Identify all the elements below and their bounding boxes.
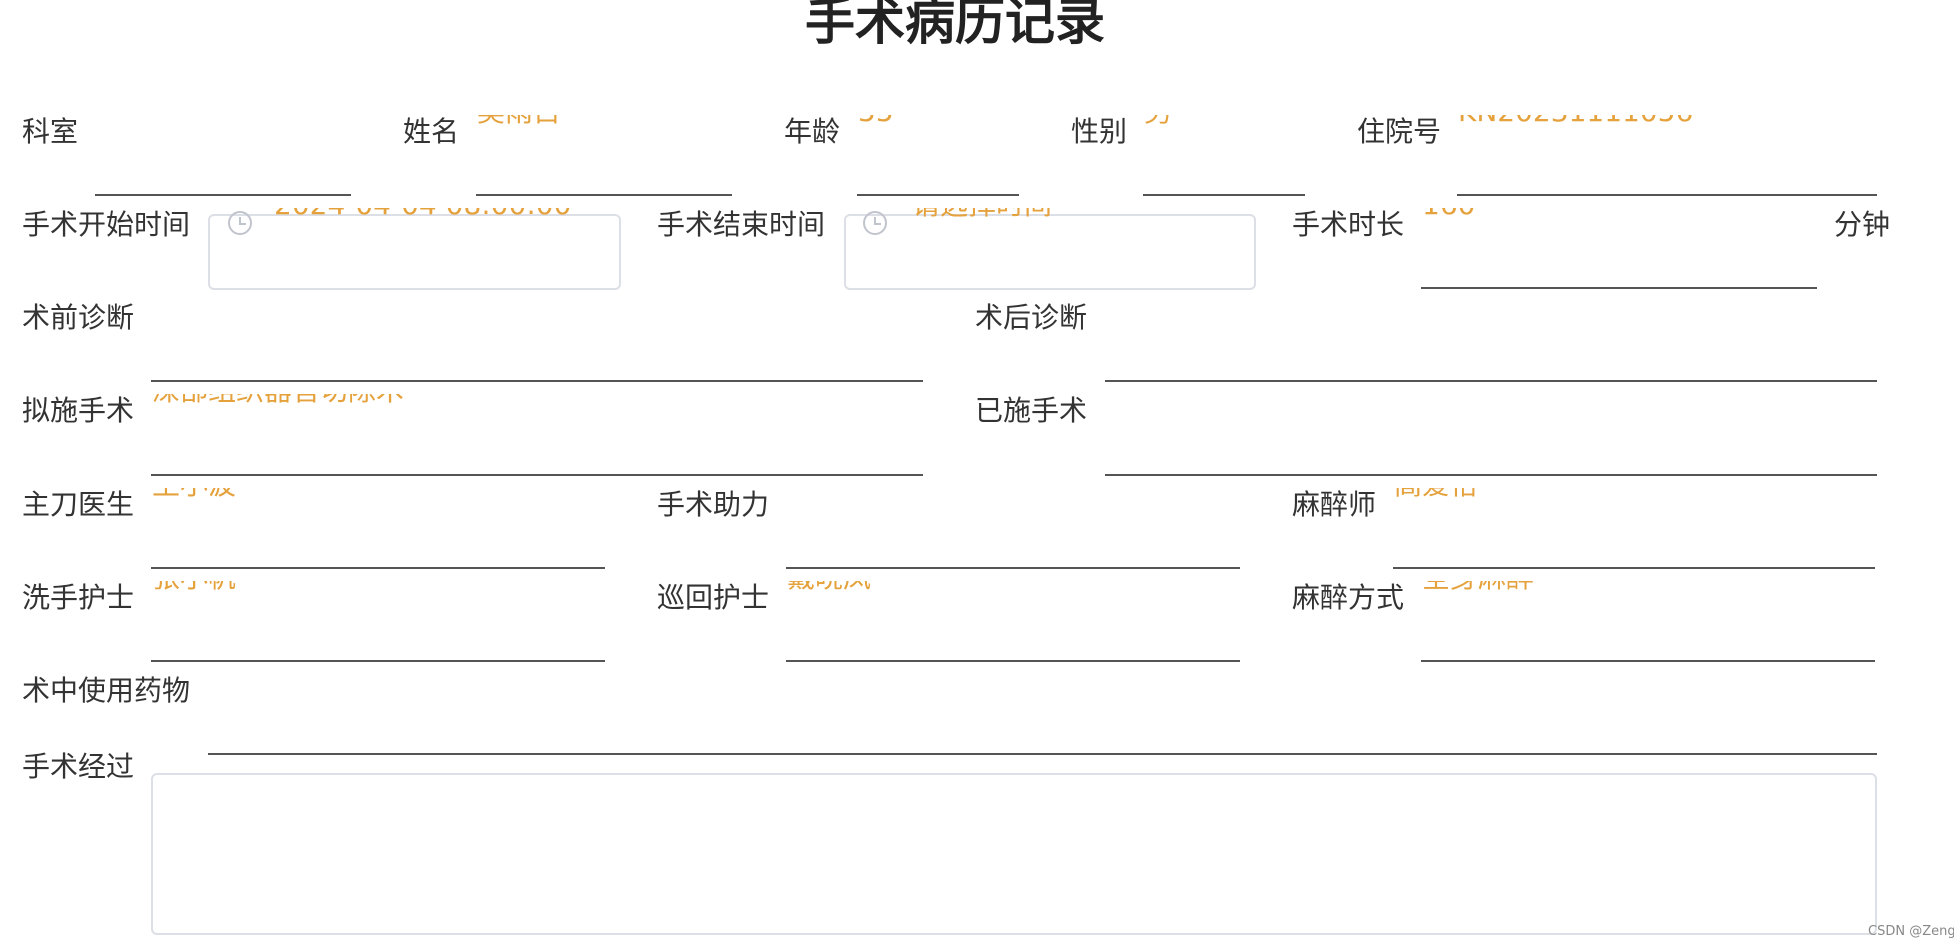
- name-underline: [476, 194, 732, 196]
- inpatient-no-label: 住院号: [1357, 115, 1442, 148]
- intraop-drugs-underline: [208, 753, 1877, 755]
- scrub-nurse-field[interactable]: 张小帆: [152, 581, 604, 595]
- clock-icon: [863, 211, 887, 235]
- age-label: 年龄: [784, 115, 841, 148]
- preop-diagnosis-field[interactable]: [152, 301, 922, 315]
- clock-icon: [228, 211, 252, 235]
- performed-surgery-label: 已施手术: [975, 394, 1088, 427]
- scrub-nurse-underline: [151, 660, 605, 662]
- gender-underline: [1143, 194, 1305, 196]
- postop-diagnosis-label: 术后诊断: [975, 301, 1088, 334]
- surgeon-field[interactable]: 王小波: [152, 488, 604, 502]
- anesthetist-underline: [1393, 567, 1875, 569]
- start-time-value: 2024-04-04 08:00:00: [274, 208, 604, 222]
- assistant-label: 手术助力: [657, 488, 770, 521]
- gender-field[interactable]: 男: [1144, 115, 1304, 129]
- anesthesia-method-underline: [1421, 660, 1875, 662]
- end-time-label: 手术结束时间: [657, 208, 826, 241]
- circulating-nurse-label: 巡回护士: [657, 581, 770, 614]
- surgeon-underline: [151, 567, 605, 569]
- duration-field[interactable]: 160: [1422, 208, 1817, 222]
- gender-label: 性别: [1071, 115, 1128, 148]
- planned-surgery-label: 拟施手术: [22, 394, 135, 427]
- duration-label: 手术时长: [1292, 208, 1405, 241]
- preop-diagnosis-label: 术前诊断: [22, 301, 135, 334]
- anesthetist-label: 麻醉师: [1292, 488, 1377, 521]
- circulating-nurse-underline: [786, 660, 1240, 662]
- watermark: CSDN @Zeng: [1868, 924, 1954, 939]
- scrub-nurse-label: 洗手护士: [22, 581, 135, 614]
- procedure-label: 手术经过: [22, 750, 135, 783]
- duration-unit: 分钟: [1834, 208, 1891, 241]
- start-time-picker[interactable]: [208, 214, 621, 290]
- anesthetist-field[interactable]: 高爱怡: [1394, 488, 1874, 502]
- intraop-drugs-label: 术中使用药物: [22, 674, 191, 707]
- circulating-nurse-field[interactable]: 戴晓凤: [787, 581, 1239, 595]
- duration-underline: [1421, 287, 1817, 289]
- department-underline: [95, 194, 351, 196]
- age-field[interactable]: 55: [858, 115, 1018, 129]
- postop-diagnosis-underline: [1105, 380, 1877, 382]
- end-time-placeholder: 请选择时间: [912, 208, 1242, 222]
- preop-diagnosis-underline: [151, 380, 923, 382]
- postop-diagnosis-field[interactable]: [1106, 301, 1876, 315]
- anesthesia-method-field[interactable]: 全身麻醉: [1422, 581, 1874, 595]
- name-label: 姓名: [403, 115, 460, 148]
- inpatient-no-underline: [1457, 194, 1877, 196]
- procedure-textarea[interactable]: [151, 773, 1877, 935]
- assistant-underline: [786, 567, 1240, 569]
- planned-surgery-field[interactable]: 深部组织器官切除术: [152, 394, 922, 408]
- page-title: 手术病历记录: [805, 0, 1105, 51]
- surgeon-label: 主刀医生: [22, 488, 135, 521]
- age-underline: [857, 194, 1019, 196]
- intraop-drugs-field[interactable]: [209, 674, 1875, 688]
- planned-surgery-underline: [151, 474, 923, 476]
- assistant-field[interactable]: [787, 488, 1239, 502]
- anesthesia-method-label: 麻醉方式: [1292, 581, 1405, 614]
- start-time-label: 手术开始时间: [22, 208, 191, 241]
- name-field[interactable]: 吴雨目: [477, 115, 732, 129]
- end-time-picker[interactable]: [844, 214, 1256, 290]
- performed-surgery-underline: [1105, 474, 1877, 476]
- performed-surgery-field[interactable]: [1106, 394, 1876, 408]
- department-field[interactable]: [95, 115, 350, 129]
- inpatient-no-field[interactable]: KN20231111056: [1458, 115, 1876, 129]
- department-label: 科室: [22, 115, 79, 148]
